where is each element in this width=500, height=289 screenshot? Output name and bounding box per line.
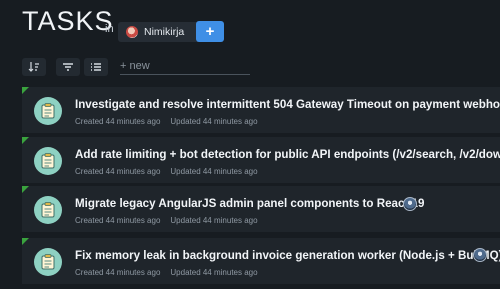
filter-icon xyxy=(63,63,73,71)
assignee-avatar[interactable] xyxy=(403,197,417,211)
status-indicator xyxy=(22,186,29,193)
task-card[interactable]: Add rate limiting + bot detection for pu… xyxy=(22,137,500,183)
task-meta: Created 44 minutes ago Updated 44 minutes… xyxy=(75,268,258,277)
task-title[interactable]: Fix memory leak in background invoice ge… xyxy=(75,249,500,262)
updated-time: Updated 44 minutes ago xyxy=(170,268,258,277)
created-time: Created 44 minutes ago xyxy=(75,216,161,225)
task-card[interactable]: Investigate and resolve intermittent 504… xyxy=(22,87,500,133)
task-meta: Created 44 minutes ago Updated 44 minutes… xyxy=(75,167,258,176)
assignee-avatar[interactable] xyxy=(473,248,487,262)
project-chip-label: Nimikirja xyxy=(144,26,185,38)
status-indicator xyxy=(22,238,29,245)
task-meta: Created 44 minutes ago Updated 44 minutes… xyxy=(75,216,258,225)
sort-descending-icon xyxy=(28,62,39,72)
list-icon xyxy=(91,63,101,71)
task-card[interactable]: Fix memory leak in background invoice ge… xyxy=(22,238,500,284)
project-avatar xyxy=(126,26,138,38)
created-time: Created 44 minutes ago xyxy=(75,117,161,126)
task-title[interactable]: Investigate and resolve intermittent 504… xyxy=(75,98,500,111)
new-task-input[interactable] xyxy=(120,58,250,75)
in-label: in xyxy=(105,23,114,35)
toolbar xyxy=(22,58,262,78)
task-card[interactable]: Migrate legacy AngularJS admin panel com… xyxy=(22,186,500,232)
add-project-button[interactable]: + xyxy=(196,21,224,42)
sort-button[interactable] xyxy=(22,58,46,76)
list-view-button[interactable] xyxy=(84,58,108,76)
task-icon xyxy=(34,196,62,224)
task-icon xyxy=(34,248,62,276)
updated-time: Updated 44 minutes ago xyxy=(170,216,258,225)
status-indicator xyxy=(22,87,29,94)
created-time: Created 44 minutes ago xyxy=(75,268,161,277)
task-title[interactable]: Add rate limiting + bot detection for pu… xyxy=(75,148,500,161)
task-icon xyxy=(34,147,62,175)
created-time: Created 44 minutes ago xyxy=(75,167,161,176)
task-icon xyxy=(34,97,62,125)
updated-time: Updated 44 minutes ago xyxy=(170,167,258,176)
updated-time: Updated 44 minutes ago xyxy=(170,117,258,126)
filter-button[interactable] xyxy=(56,58,80,76)
task-meta: Created 44 minutes ago Updated 44 minutes… xyxy=(75,117,258,126)
status-indicator xyxy=(22,137,29,144)
task-title[interactable]: Migrate legacy AngularJS admin panel com… xyxy=(75,197,424,210)
page-title: TASKS xyxy=(22,6,114,36)
